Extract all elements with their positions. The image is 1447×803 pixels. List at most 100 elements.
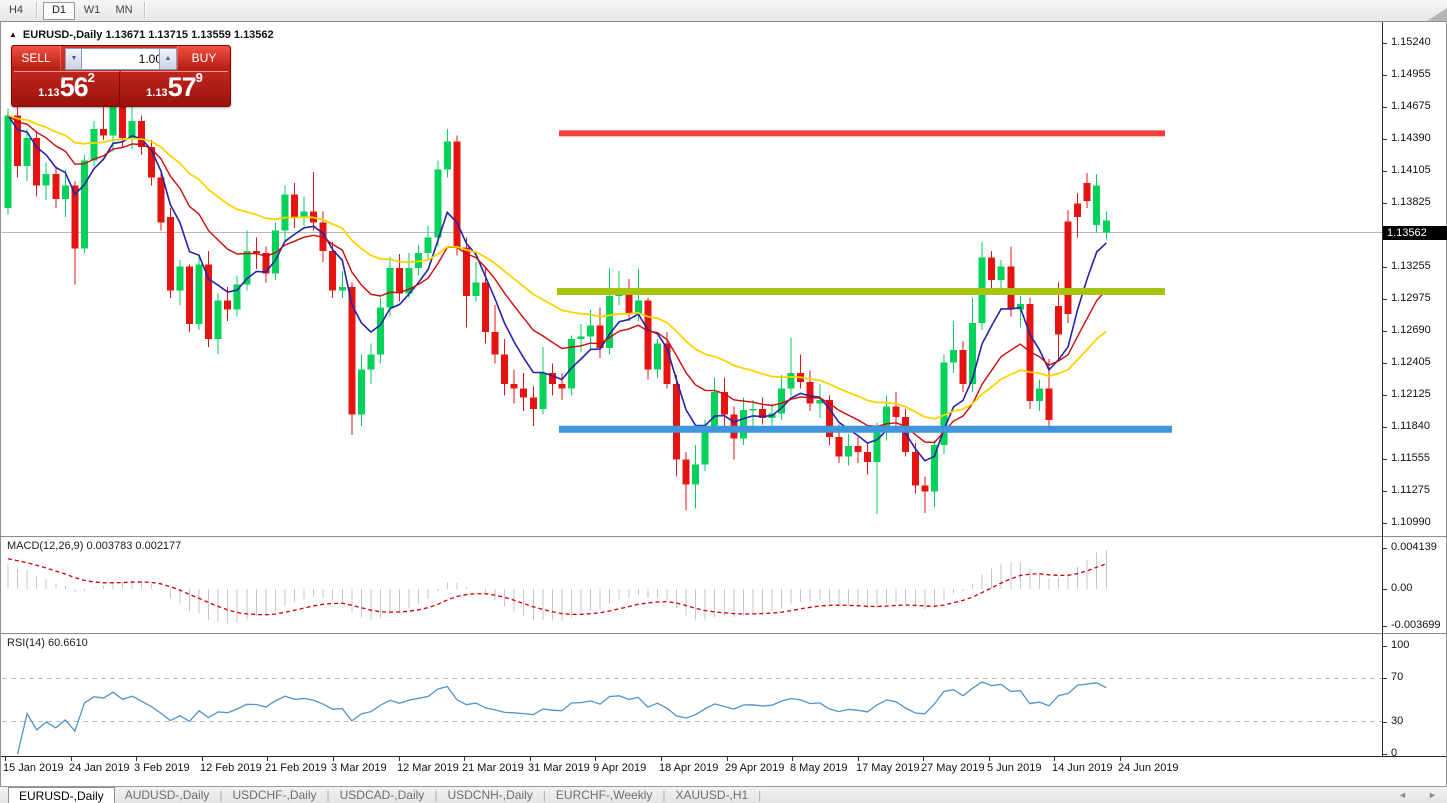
mid-level-hline[interactable] bbox=[557, 287, 1165, 295]
toolbar-separator bbox=[144, 2, 146, 18]
chart-window[interactable]: ▲ EURUSD-,Daily 1.13671 1.13715 1.13559 1… bbox=[0, 21, 1447, 787]
date-tick-mark bbox=[661, 757, 662, 761]
axis-tick-mark bbox=[1383, 43, 1387, 44]
price-tick: 1.14675 bbox=[1391, 100, 1431, 112]
date-tick-mark bbox=[1120, 757, 1121, 761]
price-tick: 1.12690 bbox=[1391, 324, 1431, 336]
price-tick: 1.14105 bbox=[1391, 164, 1431, 176]
axis-tick-mark bbox=[1383, 548, 1387, 549]
timeframe-toolbar: H4 D1 W1 MN bbox=[0, 0, 1447, 22]
axis-tick-mark bbox=[1383, 722, 1387, 723]
axis-tick-mark bbox=[1383, 589, 1387, 590]
axis-tick-mark bbox=[1383, 427, 1387, 428]
date-tick-mark bbox=[202, 757, 203, 761]
date-label: 31 Mar 2019 bbox=[528, 762, 590, 774]
axis-tick-mark bbox=[1383, 267, 1387, 268]
date-tick-mark bbox=[1054, 757, 1055, 761]
sell-price-display[interactable]: 1.13562 bbox=[14, 70, 120, 106]
chart-tab-eurchf[interactable]: EURCHF-,Weekly bbox=[546, 787, 662, 803]
price-tick: 1.14955 bbox=[1391, 68, 1431, 80]
chart-tab-bar: EURUSD-,Daily AUDUSD-,Daily | USDCHF-,Daily… bbox=[0, 786, 1447, 803]
rsi-indicator-canvas[interactable] bbox=[2, 635, 1383, 756]
date-label: 24 Jun 2019 bbox=[1118, 762, 1179, 774]
date-label: 9 Apr 2019 bbox=[593, 762, 647, 774]
volume-increase-button[interactable]: ▲ bbox=[159, 48, 177, 70]
date-tick-mark bbox=[333, 757, 334, 761]
one-click-trading-panel: SELL ▼ ▲ BUY 1.13562 1.13579 bbox=[11, 45, 231, 107]
price-tick: 1.13255 bbox=[1391, 260, 1431, 272]
tab-separator: | bbox=[758, 788, 762, 802]
macd-tick: 0.004139 bbox=[1391, 541, 1437, 553]
axis-tick-mark bbox=[1383, 139, 1387, 140]
date-tick-mark bbox=[464, 757, 465, 761]
date-label: 21 Feb 2019 bbox=[265, 762, 327, 774]
macd-label: MACD(12,26,9) 0.003783 0.002177 bbox=[7, 540, 182, 552]
date-label: 8 May 2019 bbox=[790, 762, 848, 774]
axis-tick-mark bbox=[1383, 203, 1387, 204]
macd-indicator-canvas[interactable] bbox=[2, 538, 1383, 633]
chart-tab-xauusd[interactable]: XAUUSD-,H1 bbox=[665, 787, 758, 803]
date-tick-mark bbox=[727, 757, 728, 761]
sell-button[interactable]: SELL bbox=[12, 46, 61, 70]
macd-tick: -0.003699 bbox=[1391, 619, 1441, 631]
volume-input[interactable] bbox=[81, 48, 167, 70]
date-label: 29 Apr 2019 bbox=[725, 762, 785, 774]
sell-price-pip: 2 bbox=[87, 70, 95, 85]
support-hline[interactable] bbox=[559, 425, 1172, 433]
pane-divider[interactable] bbox=[1, 633, 1446, 635]
date-tick-mark bbox=[530, 757, 531, 761]
timeframe-button-h4[interactable]: H4 bbox=[1, 2, 31, 18]
date-label: 12 Feb 2019 bbox=[200, 762, 262, 774]
price-tick: 1.14390 bbox=[1391, 132, 1431, 144]
date-label: 21 Mar 2019 bbox=[462, 762, 524, 774]
chart-shift-marker[interactable] bbox=[1427, 8, 1447, 21]
date-tick-mark bbox=[136, 757, 137, 761]
date-label: 3 Feb 2019 bbox=[134, 762, 190, 774]
chart-tab-usdcad[interactable]: USDCAD-,Daily bbox=[330, 787, 435, 803]
date-label: 18 Apr 2019 bbox=[659, 762, 719, 774]
tab-scroll-right-icon[interactable]: ► bbox=[1428, 790, 1437, 800]
date-tick-mark bbox=[267, 757, 268, 761]
axis-tick-mark bbox=[1383, 171, 1387, 172]
date-label: 27 May 2019 bbox=[921, 762, 985, 774]
buy-price-prefix: 1.13 bbox=[146, 87, 168, 99]
axis-tick-mark bbox=[1383, 523, 1387, 524]
date-label: 15 Jan 2019 bbox=[3, 762, 64, 774]
date-label: 12 Mar 2019 bbox=[397, 762, 459, 774]
date-tick-mark bbox=[923, 757, 924, 761]
timeframe-button-w1[interactable]: W1 bbox=[77, 2, 107, 18]
chart-tab-eurusd[interactable]: EURUSD-,Daily bbox=[8, 787, 115, 803]
macd-tick: 0.00 bbox=[1391, 582, 1413, 594]
price-tick: 1.13825 bbox=[1391, 196, 1431, 208]
price-tick: 1.12405 bbox=[1391, 356, 1431, 368]
rsi-label: RSI(14) 60.6610 bbox=[7, 637, 88, 649]
axis-tick-mark bbox=[1383, 626, 1387, 627]
chart-tab-usdcnh[interactable]: USDCNH-,Daily bbox=[437, 787, 542, 803]
axis-tick-mark bbox=[1383, 107, 1387, 108]
rsi-line bbox=[16, 681, 1107, 755]
chart-tab-usdchf[interactable]: USDCHF-,Daily bbox=[223, 787, 327, 803]
buy-price-display[interactable]: 1.13579 bbox=[121, 70, 228, 106]
date-tick-mark bbox=[595, 757, 596, 761]
pane-divider[interactable] bbox=[1, 536, 1446, 538]
buy-button[interactable]: BUY bbox=[177, 46, 230, 70]
toolbar-separator bbox=[36, 2, 38, 18]
chart-tab-audusd[interactable]: AUDUSD-,Daily bbox=[115, 787, 220, 803]
price-tick: 1.15240 bbox=[1391, 36, 1431, 48]
timeframe-button-d1[interactable]: D1 bbox=[43, 2, 75, 20]
axis-tick-mark bbox=[1383, 299, 1387, 300]
axis-tick-mark bbox=[1383, 75, 1387, 76]
axis-tick-mark bbox=[1383, 754, 1387, 755]
resistance-hline[interactable] bbox=[559, 130, 1165, 137]
rsi-tick: 30 bbox=[1391, 715, 1404, 727]
timeframe-button-mn[interactable]: MN bbox=[109, 2, 139, 18]
axis-tick-mark bbox=[1383, 459, 1387, 460]
price-tick: 1.11840 bbox=[1391, 420, 1430, 432]
date-tick-mark bbox=[989, 757, 990, 761]
date-label: 24 Jan 2019 bbox=[69, 762, 130, 774]
date-label: 3 Mar 2019 bbox=[331, 762, 387, 774]
date-tick-mark bbox=[71, 757, 72, 761]
tab-scroll-left-icon[interactable]: ◄ bbox=[1398, 790, 1407, 800]
axis-tick-mark bbox=[1383, 363, 1387, 364]
sell-price-main: 56 bbox=[59, 72, 89, 102]
